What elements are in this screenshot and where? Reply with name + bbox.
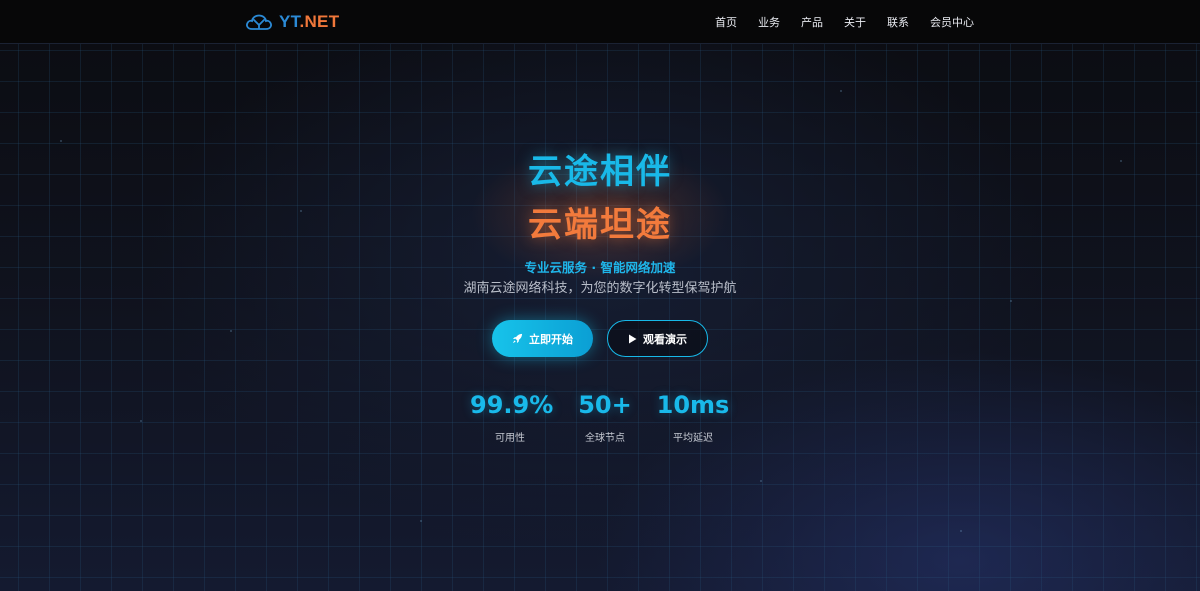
- stat-label: 可用性: [495, 433, 525, 444]
- stat-latency: 10ms 平均延迟: [653, 391, 733, 444]
- nav-item-about[interactable]: 关于: [844, 14, 866, 30]
- page: YT.NET 首页 业务 产品 关于 联系 会员中心 云途相伴 云端坦途 专业云…: [0, 0, 1200, 591]
- stat-label: 平均延迟: [673, 433, 713, 444]
- stat-label: 全球节点: [585, 433, 625, 444]
- main-menu: 首页 业务 产品 关于 联系 会员中心: [715, 0, 974, 44]
- stat-value: 99.9%: [470, 391, 554, 419]
- watch-demo-button[interactable]: 观看演示: [607, 320, 708, 357]
- stat-value: 10ms: [656, 391, 730, 419]
- nav-item-products[interactable]: 产品: [801, 14, 823, 30]
- hero-description: 湖南云途网络科技，为您的数字化转型保驾护航: [463, 281, 737, 296]
- nav-item-business[interactable]: 业务: [758, 14, 780, 30]
- watch-demo-label: 观看演示: [643, 332, 687, 346]
- hero-subtitle: 专业云服务 · 智能网络加速: [524, 260, 676, 275]
- brand-name-part2: .NET: [299, 12, 340, 31]
- get-started-button[interactable]: 立即开始: [492, 320, 593, 357]
- brand-logo[interactable]: YT.NET: [245, 11, 339, 33]
- hero-title-line2: 云端坦途: [528, 205, 672, 245]
- nav-item-member-center[interactable]: 会员中心: [930, 14, 974, 30]
- play-icon: [629, 334, 637, 343]
- nav-item-contact[interactable]: 联系: [887, 14, 909, 30]
- stat-value: 50+: [578, 391, 632, 419]
- stat-availability: 99.9% 可用性: [470, 391, 554, 444]
- top-navbar: YT.NET 首页 业务 产品 关于 联系 会员中心: [0, 0, 1200, 44]
- stat-global-nodes: 50+ 全球节点: [575, 391, 635, 444]
- hero-title-line1: 云途相伴: [528, 152, 672, 192]
- rocket-icon: [512, 333, 523, 344]
- brand-name: YT.NET: [279, 12, 339, 32]
- nav-item-home[interactable]: 首页: [715, 14, 737, 30]
- get-started-label: 立即开始: [529, 332, 573, 346]
- cloud-logo-icon: [246, 14, 272, 30]
- hero-section: 云途相伴 云端坦途 专业云服务 · 智能网络加速 湖南云途网络科技，为您的数字化…: [0, 44, 1200, 591]
- brand-name-part1: YT: [279, 12, 300, 31]
